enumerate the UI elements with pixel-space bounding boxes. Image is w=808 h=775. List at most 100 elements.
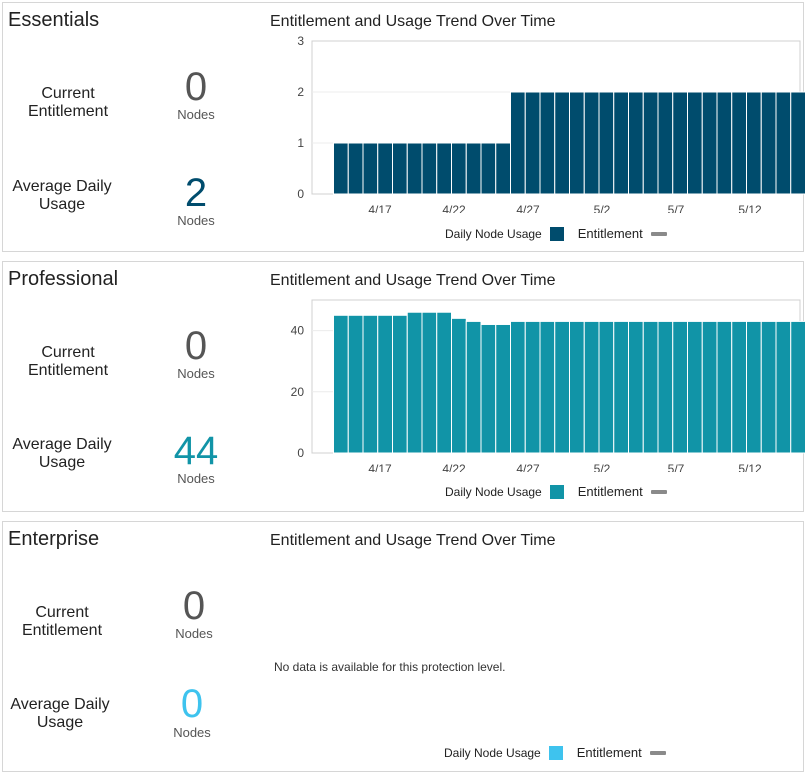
usage-bar	[554, 320, 570, 454]
x-tick-label: 5/12	[738, 203, 762, 213]
legend-entitlement-label: Entitlement	[576, 745, 642, 760]
current-entitlement-unit: Nodes	[175, 626, 213, 641]
legend-entitlement-line	[650, 231, 667, 236]
usage-bar	[731, 91, 747, 195]
panel-professional: Professional Current Entitlement 0 Nodes…	[2, 261, 805, 512]
chart-title: Entitlement and Usage Trend Over Time	[270, 532, 556, 549]
usage-bar	[628, 320, 644, 454]
usage-bar	[701, 91, 718, 195]
usage-bar	[377, 142, 393, 195]
y-tick-label: 2	[297, 85, 304, 99]
x-tick-label: 4/22	[442, 203, 466, 213]
usage-bar	[347, 314, 364, 454]
x-tick-label: 5/12	[738, 462, 762, 472]
usage-bar	[333, 142, 349, 195]
y-tick-label: 40	[291, 324, 305, 338]
usage-bar	[613, 91, 629, 195]
chart-legend: Daily Node Usage Entitlement	[445, 484, 667, 499]
usage-bar	[510, 320, 526, 454]
usage-bar	[554, 91, 570, 195]
usage-bar	[377, 314, 393, 454]
panel-title: Enterprise	[8, 528, 100, 550]
usage-bar	[760, 91, 777, 195]
usage-bar	[465, 142, 482, 195]
x-tick-label: 4/22	[442, 462, 466, 472]
average-daily-usage-unit: Nodes	[177, 213, 215, 228]
usage-bar	[583, 91, 600, 195]
usage-bar	[642, 91, 659, 195]
usage-bar	[716, 91, 733, 195]
y-tick-label: 3	[297, 34, 304, 48]
usage-bar	[672, 91, 688, 195]
usage-bar	[333, 314, 349, 454]
legend-usage-swatch	[549, 484, 564, 499]
usage-bar	[495, 323, 511, 454]
x-tick-label: 5/2	[594, 203, 611, 213]
usage-bar	[569, 320, 585, 454]
x-tick-label: 4/17	[368, 462, 392, 472]
usage-bar	[510, 91, 526, 195]
usage-bar	[760, 320, 777, 454]
usage-bar	[480, 323, 497, 454]
x-tick-label: 4/17	[368, 203, 392, 213]
usage-bar	[524, 91, 541, 195]
usage-bar	[775, 320, 792, 454]
usage-bar	[746, 91, 762, 195]
y-tick-label: 20	[291, 385, 305, 399]
legend-entitlement-line	[650, 489, 667, 494]
x-tick-label: 4/27	[516, 462, 540, 472]
usage-bar	[436, 142, 452, 195]
legend-usage-label: Daily Node Usage	[445, 484, 542, 499]
usage-bar	[421, 311, 438, 454]
usage-bar	[701, 320, 718, 454]
usage-bar	[406, 311, 423, 454]
usage-bar	[790, 91, 805, 195]
y-tick-label: 1	[297, 136, 304, 150]
average-daily-usage-unit: Nodes	[177, 471, 215, 486]
usage-bar	[362, 314, 379, 454]
usage-bar	[436, 311, 452, 454]
current-entitlement-value: 0	[182, 584, 206, 628]
usage-bar	[687, 320, 703, 454]
usage-bar	[598, 91, 615, 195]
usage-bar	[613, 320, 629, 454]
usage-bar	[569, 91, 585, 195]
usage-bar	[480, 142, 497, 195]
usage-bar	[657, 320, 674, 454]
usage-bar	[657, 91, 674, 195]
usage-bar	[672, 320, 688, 454]
x-tick-label: 4/27	[516, 203, 540, 213]
chart-legend: Daily Node Usage Entitlement	[445, 226, 667, 241]
usage-bar	[539, 320, 556, 454]
legend-usage-swatch	[548, 745, 563, 760]
legend-entitlement-line	[649, 750, 666, 755]
legend-usage-label: Daily Node Usage	[444, 745, 541, 760]
average-daily-usage-label: Average Daily Usage	[10, 696, 110, 731]
usage-bar	[731, 320, 747, 454]
legend-entitlement-label: Entitlement	[577, 484, 643, 499]
usage-bar	[628, 91, 644, 195]
usage-bar	[362, 142, 379, 195]
usage-bar	[392, 142, 408, 195]
no-data-message: No data is available for this protection…	[274, 660, 506, 674]
usage-bar	[465, 320, 482, 454]
usage-bar	[539, 91, 556, 195]
usage-bar	[790, 320, 805, 454]
panel-enterprise: Enterprise Current Entitlement 0 Nodes A…	[2, 521, 804, 772]
usage-bar	[716, 320, 733, 454]
chart-legend: Daily Node Usage Entitlement	[444, 745, 666, 760]
usage-bar	[598, 320, 615, 454]
panel-essentials: Essentials Current Entitlement 0 Nodes A…	[2, 2, 805, 252]
average-daily-usage-unit: Nodes	[173, 725, 211, 740]
average-daily-usage-value: 0	[180, 682, 204, 726]
usage-bar	[746, 320, 762, 454]
usage-chart-essentials: 0 1 2 3 4/17 4/22 4/27 5/2 5/7 5/12	[297, 34, 805, 213]
current-entitlement-label: Current Entitlement	[21, 604, 103, 639]
x-tick-label: 5/7	[668, 462, 685, 472]
usage-bar	[524, 320, 541, 454]
y-tick-label: 0	[297, 446, 304, 460]
usage-bar	[642, 320, 659, 454]
usage-bar	[775, 91, 792, 195]
usage-bar	[495, 142, 511, 195]
usage-bar	[687, 91, 703, 195]
